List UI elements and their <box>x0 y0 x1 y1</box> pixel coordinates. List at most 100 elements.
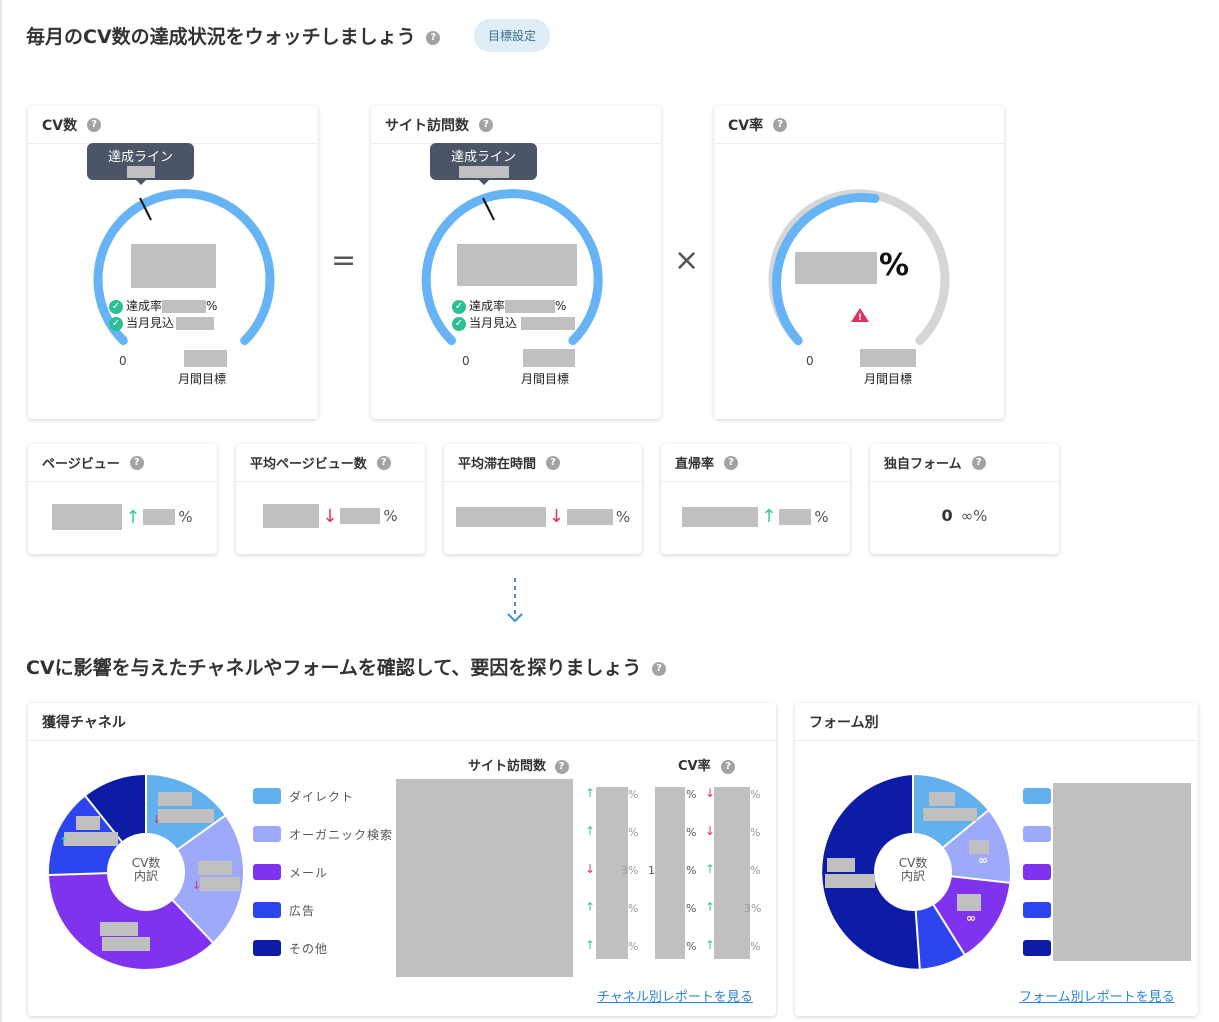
visits-target-tooltip: 達成ライン <box>430 143 537 185</box>
equals-sign: = <box>331 243 357 278</box>
trend-down-icon: ↓ <box>585 862 596 876</box>
metric-value: ↑ % <box>661 506 850 527</box>
monthly-target-label: 月間目標 <box>178 372 227 386</box>
slice-value-infinity: ∞ <box>966 911 976 925</box>
metric-suffix: % <box>814 507 829 526</box>
metric-label: ページビュー <box>42 457 120 472</box>
metric-number <box>52 504 123 530</box>
col-header-visits-label: サイト訪問数 <box>468 759 547 774</box>
cvr-value-prefix: 1 <box>648 864 655 877</box>
section-title-text: CVに影響を与えたチャネルやフォームを確認して、要因を探りましょう <box>26 657 642 679</box>
metric-value: ↓ % <box>236 504 425 528</box>
help-icon[interactable]: ? <box>652 661 666 676</box>
visits-change-pct: % <box>628 826 639 839</box>
col-header-visits: サイト訪問数 ? <box>468 755 569 774</box>
visits-value <box>457 244 577 286</box>
legend-swatch <box>1023 788 1051 804</box>
visits-change-pct: % <box>628 940 639 953</box>
legend-label: ダイレクト <box>289 789 355 804</box>
help-icon[interactable]: ? <box>546 455 561 470</box>
legend-item-mail: メール <box>253 864 393 880</box>
visits-tooltip-label: 達成ライン <box>450 150 516 165</box>
help-icon[interactable]: ? <box>554 759 569 774</box>
metric-label: 直帰率 <box>675 457 715 472</box>
svg-text:↓: ↓ <box>152 813 161 826</box>
channel-legend: ダイレクト オーガニック検索 メール 広告 その他 <box>253 788 393 956</box>
help-icon[interactable]: ? <box>724 455 739 470</box>
channel-rows: ↑ % % ↓ % ↑ % % ↓ % ↓ 3% 1 % ↑ % ↑ % % ↑… <box>585 786 775 976</box>
monthly-target-label: 月間目標 <box>864 372 913 386</box>
cvr-change-pct: % <box>750 788 761 801</box>
cvr-change-pct: % <box>750 864 761 877</box>
metric-number <box>263 504 320 528</box>
legend-item-organic: オーガニック検索 <box>253 826 393 842</box>
help-icon[interactable]: ? <box>721 759 736 774</box>
svg-text:↑: ↑ <box>59 835 68 848</box>
svg-text:↑: ↑ <box>918 811 927 824</box>
center-label-line2: 内訳 <box>133 869 158 883</box>
cv-value <box>131 244 216 288</box>
legend-swatch <box>253 902 281 918</box>
table-row: ↑ % % ↑ 3% <box>585 900 775 938</box>
table-row: ↓ 3% 1 % ↑ % <box>585 862 775 900</box>
donut-center-label: CV数 内訳 <box>126 857 166 883</box>
forecast-label: 当月見込 <box>126 316 175 330</box>
achieve-suffix: % <box>555 299 567 313</box>
page-title-text: 毎月のCV数の達成状況をウォッチしましょう <box>26 26 416 48</box>
legend-swatch <box>1023 902 1051 918</box>
gauge-min-label: 0 <box>462 354 470 368</box>
cv-card: CV数 ? 達成ライン ✓ 達成率% ✓ 当月見込 0 月間目標 <box>28 106 318 419</box>
trend-up-icon: ↑ <box>125 506 141 528</box>
legend-swatch <box>1023 826 1051 842</box>
metric-card-avg-pageviews: 平均ページビュー数 ? ↓ % <box>236 444 425 554</box>
cv-achievement-rate: ✓ 達成率% <box>109 297 217 314</box>
form-names-column <box>1053 783 1191 961</box>
metric-suffix: % <box>383 507 398 525</box>
metric-label: 平均滞在時間 <box>458 457 537 472</box>
table-row: ↑ % % ↑ % <box>585 938 775 976</box>
help-icon[interactable]: ? <box>971 455 986 470</box>
trend-up-icon: ↑ <box>585 824 596 838</box>
visits-card: サイト訪問数 ? 達成ライン ✓ 達成率% ✓ 当月見込 0 月間目標 <box>371 106 661 419</box>
visits-change-pct: % <box>628 902 639 915</box>
legend-item-ads: 広告 <box>253 902 393 918</box>
cv-target-tooltip: 達成ライン <box>87 143 194 185</box>
metric-card-pageviews: ページビュー ? ↑ % <box>28 444 217 554</box>
cvr-change-pct: % <box>750 826 761 839</box>
metric-value: ↓ % <box>444 506 642 527</box>
visits-forecast: ✓ 当月見込 <box>452 314 576 331</box>
help-icon[interactable]: ? <box>426 30 441 45</box>
trend-down-icon: ↓ <box>705 786 716 800</box>
metric-suffix: % <box>615 507 631 526</box>
legend-swatch <box>1023 864 1051 880</box>
cv-tooltip-label: 達成ライン <box>107 150 173 165</box>
cvr-value-pct: % <box>686 788 697 801</box>
cvr-change-pct: % <box>750 940 761 953</box>
metric-header: 平均ページビュー数 ? <box>236 444 425 482</box>
achieve-label: 達成率 <box>126 299 163 313</box>
center-label-line2: 内訳 <box>900 869 925 883</box>
help-icon[interactable]: ? <box>376 455 391 470</box>
visits-change-pct: 3% <box>621 864 639 877</box>
donut-center-label: CV数 内訳 <box>893 857 933 883</box>
check-icon: ✓ <box>452 299 466 314</box>
trend-up-icon: ↑ <box>705 862 716 876</box>
svg-text:!: ! <box>858 313 862 323</box>
metric-number <box>455 506 546 527</box>
metric-header: 平均滞在時間 ? <box>444 444 642 482</box>
metric-number: 0 <box>941 506 953 525</box>
achieve-label: 達成率 <box>469 299 506 313</box>
visits-tooltip-value <box>458 166 509 178</box>
metric-header: 独自フォーム ? <box>870 444 1059 482</box>
cvr-value-pct: % <box>686 940 697 953</box>
trend-down-icon: ↓ <box>548 506 564 527</box>
legend-label: オーガニック検索 <box>289 827 394 842</box>
goal-setting-button[interactable]: 目標設定 <box>474 19 551 52</box>
cvr-change-pct: 3% <box>744 902 762 915</box>
channel-report-link[interactable]: チャネル別レポートを見る <box>597 986 753 1005</box>
form-card: フォーム別 ↑ ∞ ∞ CV数 内訳 フォーム別レポートを見る <box>795 703 1198 1016</box>
forecast-label: 当月見込 <box>469 316 518 330</box>
help-icon[interactable]: ? <box>129 455 144 470</box>
col-header-cvr: CV率 ? <box>678 755 736 774</box>
form-report-link[interactable]: フォーム別レポートを見る <box>1019 986 1175 1005</box>
